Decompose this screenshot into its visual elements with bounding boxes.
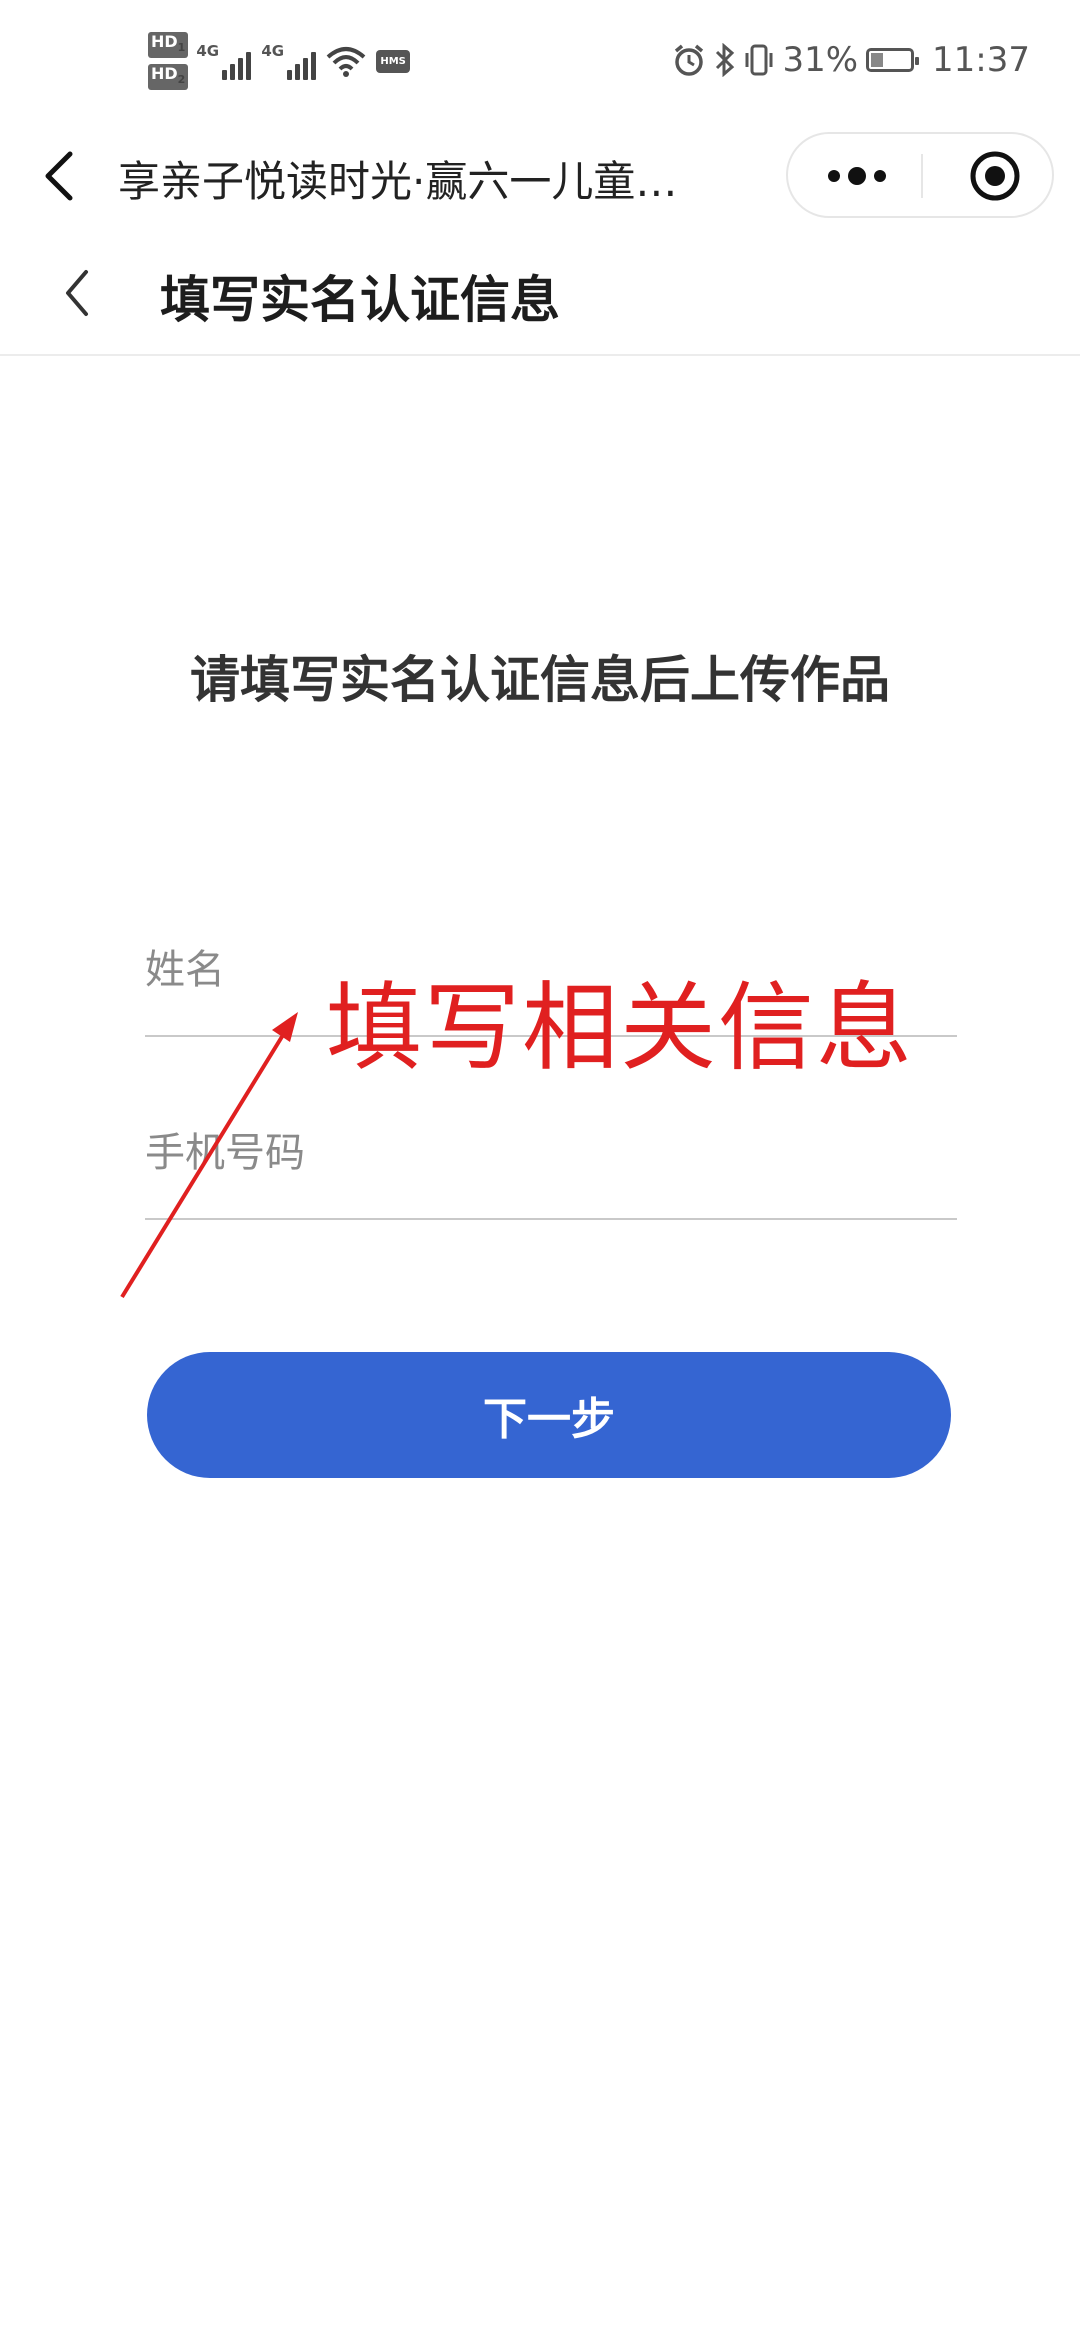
status-right: 31% 11:37	[672, 40, 1030, 80]
next-step-button[interactable]: 下一步	[147, 1352, 951, 1478]
hd-indicators: HD1 HD2	[148, 32, 189, 91]
phone-input[interactable]	[145, 1098, 957, 1208]
form-heading: 请填写实名认证信息后上传作品	[190, 651, 890, 709]
hms-icon: HMS	[376, 49, 410, 73]
status-bar: HD1 HD2 4G 4G HMS 31% 11:37	[0, 0, 1080, 120]
hd2-badge: HD2	[148, 64, 189, 91]
page-header: 填写实名认证信息	[0, 230, 1080, 356]
bluetooth-icon	[716, 43, 735, 77]
miniprogram-nav-bar: 享亲子悦读时光·赢六一儿童…	[0, 120, 1080, 230]
annotation-label: 填写相关信息	[326, 972, 914, 1084]
capsule-menu	[786, 132, 1054, 218]
hd1-badge: HD1	[148, 32, 189, 59]
phone-field	[145, 1098, 957, 1220]
status-left: HD1 HD2 4G 4G HMS	[148, 32, 410, 91]
battery-icon	[866, 48, 920, 72]
alarm-icon	[675, 44, 704, 76]
capsule-divider	[921, 154, 923, 198]
clock: 11:37	[932, 40, 1030, 80]
vibrate-icon	[745, 44, 773, 76]
miniprogram-title: 享亲子悦读时光·赢六一儿童…	[118, 157, 678, 206]
page-back-icon[interactable]	[62, 268, 92, 318]
signal-icon-2: 4G	[261, 42, 317, 81]
wifi-icon	[327, 47, 366, 78]
battery-percent: 31%	[782, 40, 859, 80]
close-miniprogram-icon[interactable]	[968, 149, 1022, 203]
more-options-icon[interactable]	[822, 154, 892, 198]
signal-icon: 4G	[196, 42, 252, 81]
page-title: 填写实名认证信息	[160, 271, 560, 329]
back-arrow-icon[interactable]	[40, 148, 80, 204]
